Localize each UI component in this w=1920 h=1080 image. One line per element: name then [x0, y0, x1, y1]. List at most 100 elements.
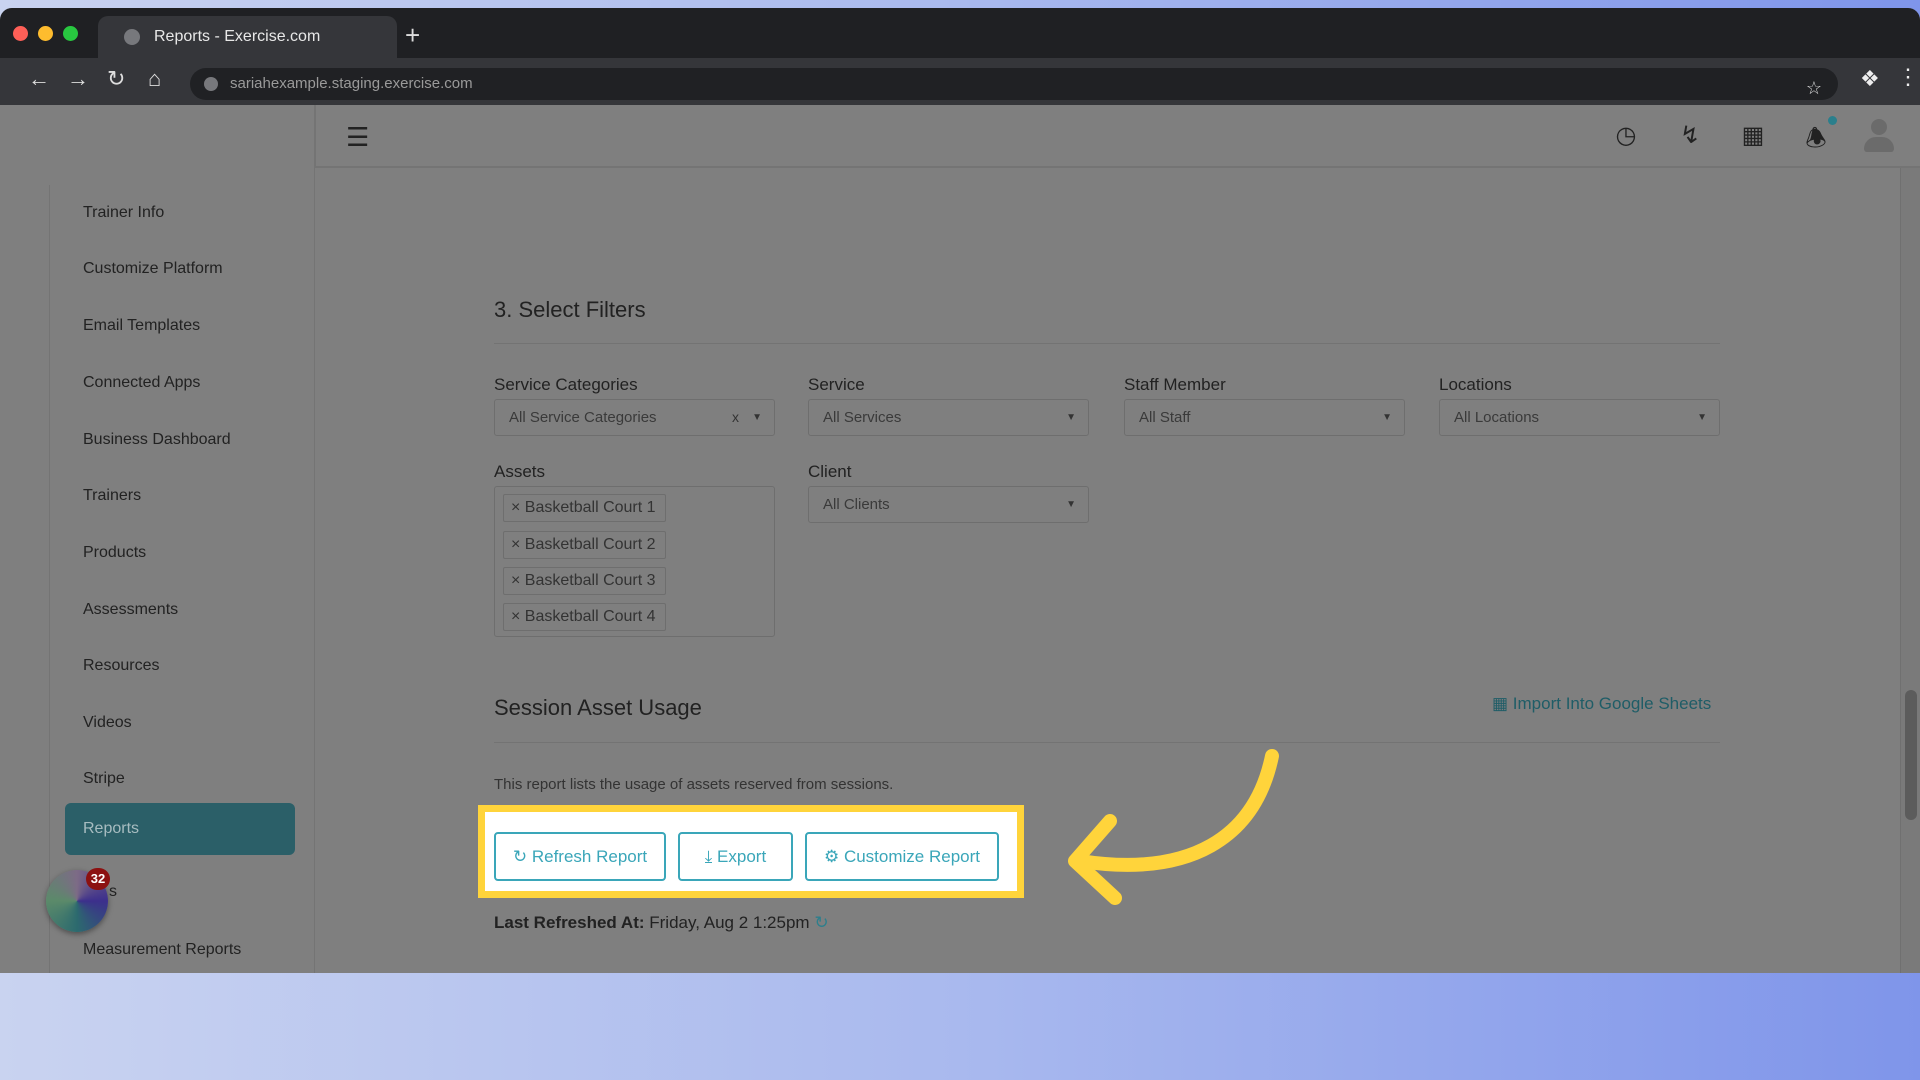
browser-tab[interactable]: Reports - Exercise.com [98, 16, 397, 58]
clear-icon[interactable]: x [732, 400, 739, 435]
sidebar-item-resources[interactable]: Resources [83, 657, 159, 675]
import-google-sheets-link[interactable]: ▦ Import Into Google Sheets [1492, 694, 1711, 714]
service-label: Service [808, 375, 865, 394]
extensions-icon[interactable]: ❖ [1860, 66, 1880, 92]
export-label: Export [717, 847, 767, 866]
forward-icon[interactable]: → [67, 66, 89, 92]
annotation-arrow [1068, 749, 1279, 905]
sidebar-item-partial[interactable]: s [109, 883, 117, 901]
sidebar-item-stripe[interactable]: Stripe [83, 770, 125, 788]
service-select[interactable]: All Services ▼ [808, 399, 1089, 436]
asset-tag-label: Basketball Court 2 [524, 536, 656, 553]
refresh-report-button[interactable]: ↻ Refresh Report [494, 832, 666, 881]
last-refreshed: Last Refreshed At: Friday, Aug 2 1:25pm … [494, 913, 829, 933]
clock-icon[interactable]: ◷ [1611, 121, 1641, 151]
sidebar-item-connected-apps[interactable]: Connected Apps [83, 374, 200, 392]
bookmark-star-icon[interactable]: ☆ [1806, 72, 1822, 104]
globe-icon [124, 29, 140, 45]
bell-icon[interactable]: 🕭 [1801, 121, 1831, 152]
import-link-label: Import Into Google Sheets [1512, 694, 1712, 713]
export-button[interactable]: ⤓ Export [678, 832, 793, 881]
scrollbar-thumb[interactable] [1905, 690, 1917, 820]
caret-down-icon: ▼ [1697, 412, 1707, 423]
sidebar-divider [49, 185, 50, 973]
service-categories-value: All Service Categories [509, 409, 657, 426]
sidebar-item-customize-platform[interactable]: Customize Platform [83, 260, 223, 278]
back-icon[interactable]: ← [28, 66, 50, 92]
browser-menu-icon[interactable]: ⋮ [1897, 64, 1919, 90]
bolt-icon[interactable]: ↯ [1675, 121, 1705, 151]
service-categories-select[interactable]: All Service Categories x ▼ [494, 399, 775, 436]
remove-tag-icon[interactable]: × [511, 536, 525, 553]
home-icon[interactable]: ⌂ [148, 66, 161, 92]
report-title: Session Asset Usage [494, 695, 702, 720]
url-text: sariahexample.staging.exercise.com [230, 75, 473, 92]
site-info-icon [204, 77, 218, 91]
locations-value: All Locations [1454, 409, 1540, 426]
table-icon: ▦ [1492, 694, 1513, 713]
client-value: All Clients [823, 496, 890, 513]
assets-label: Assets [494, 462, 546, 481]
sidebar: Trainer Info Customize Platform Email Te… [0, 105, 315, 973]
locations-label: Locations [1439, 375, 1512, 394]
refresh-label: Refresh Report [531, 847, 648, 866]
divider [494, 343, 1720, 344]
last-refreshed-value: Friday, Aug 2 1:25pm [649, 913, 810, 932]
staff-member-select[interactable]: All Staff ▼ [1124, 399, 1405, 436]
sidebar-item-trainer-info[interactable]: Trainer Info [83, 204, 164, 222]
service-value: All Services [823, 409, 902, 426]
navigation-bar: ← → ↻ ⌂ sariahexample.staging.exercise.c… [0, 58, 1920, 105]
asset-tag-label: Basketball Court 3 [524, 572, 656, 589]
asset-tag[interactable]: × Basketball Court 2 [503, 531, 666, 559]
refresh-icon: ↻ [512, 847, 532, 866]
remove-tag-icon[interactable]: × [511, 608, 525, 625]
download-icon: ⤓ [704, 847, 718, 866]
remove-tag-icon[interactable]: × [511, 572, 525, 589]
highlight-box: ↻ Refresh Report ⤓ Export ⚙ Customize Re… [478, 805, 1024, 898]
sidebar-item-products[interactable]: Products [83, 544, 146, 562]
assets-multiselect[interactable]: × Basketball Court 1 × Basketball Court … [494, 486, 775, 637]
caret-down-icon: ▼ [1382, 412, 1392, 423]
asset-tag-label: Basketball Court 1 [524, 499, 656, 516]
customize-label: Customize Report [843, 847, 981, 866]
maximize-window-button[interactable] [63, 26, 78, 41]
sidebar-item-business-dashboard[interactable]: Business Dashboard [83, 431, 231, 449]
reload-icon[interactable]: ↻ [107, 66, 125, 92]
caret-down-icon: ▼ [1066, 412, 1076, 423]
sidebar-item-measurement-reports[interactable]: Measurement Reports [83, 941, 241, 959]
asset-tag-label: Basketball Court 4 [524, 608, 656, 625]
scrollbar[interactable] [1900, 168, 1920, 973]
remove-tag-icon[interactable]: × [511, 499, 525, 516]
asset-tag[interactable]: × Basketball Court 4 [503, 603, 666, 631]
sidebar-item-assessments[interactable]: Assessments [83, 601, 178, 619]
sidebar-item-trainers[interactable]: Trainers [83, 487, 141, 505]
sidebar-item-videos[interactable]: Videos [83, 714, 132, 732]
caret-down-icon: ▼ [752, 412, 762, 423]
address-bar[interactable]: sariahexample.staging.exercise.com ☆ [190, 68, 1838, 100]
grid-icon[interactable]: ▦ [1738, 121, 1768, 151]
sidebar-item-email-templates[interactable]: Email Templates [83, 317, 200, 335]
tab-title: Reports - Exercise.com [154, 28, 321, 45]
sidebar-item-reports[interactable]: Reports [65, 803, 295, 855]
locations-select[interactable]: All Locations ▼ [1439, 399, 1720, 436]
minimize-window-button[interactable] [38, 26, 53, 41]
hamburger-menu-icon[interactable]: ☰ [346, 122, 369, 153]
avatar-icon[interactable] [1864, 119, 1894, 153]
gear-icon: ⚙ [823, 847, 844, 866]
customize-report-button[interactable]: ⚙ Customize Report [805, 832, 999, 881]
refresh-icon[interactable]: ↻ [814, 913, 828, 932]
notification-dot [1828, 116, 1837, 125]
close-window-button[interactable] [13, 26, 28, 41]
client-label: Client [808, 462, 852, 481]
asset-tag[interactable]: × Basketball Court 3 [503, 567, 666, 595]
staff-member-label: Staff Member [1124, 375, 1226, 394]
select-filters-heading: 3. Select Filters [494, 297, 646, 322]
new-tab-button[interactable]: + [405, 20, 420, 51]
client-select[interactable]: All Clients ▼ [808, 486, 1089, 523]
notification-badge: 32 [86, 868, 110, 890]
report-description: This report lists the usage of assets re… [494, 776, 894, 793]
asset-tag[interactable]: × Basketball Court 1 [503, 494, 666, 522]
last-refreshed-label: Last Refreshed At: [494, 913, 645, 932]
service-categories-label: Service Categories [494, 375, 638, 394]
tab-bar: Reports - Exercise.com + [0, 8, 1920, 58]
